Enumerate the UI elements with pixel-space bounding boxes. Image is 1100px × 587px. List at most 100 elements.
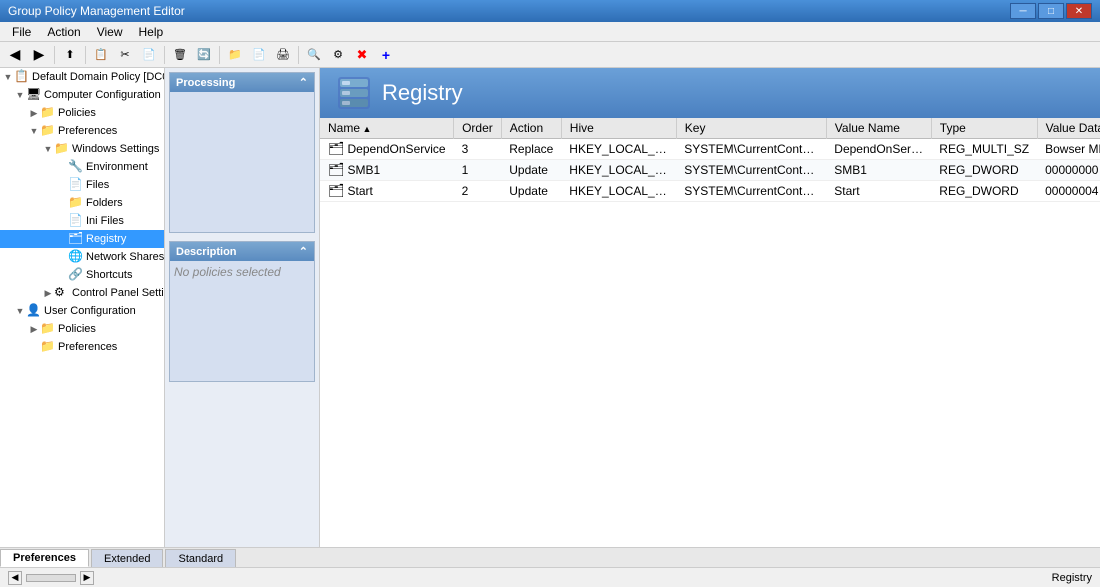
expand-preferences[interactable]: ▼	[28, 125, 40, 137]
expand-cpanel[interactable]: ▶	[42, 287, 54, 299]
no-selection-text: No policies selected	[174, 265, 281, 279]
expand-policies[interactable]: ▶	[28, 107, 40, 119]
minimize-button[interactable]: ─	[1010, 3, 1036, 19]
toolbar-cut[interactable]: ✂	[114, 44, 136, 66]
expand-gpo[interactable]: ▼	[2, 71, 14, 83]
tree-item-netshares[interactable]: 🌐 Network Shares	[0, 248, 164, 266]
cell-valuedata-2: 00000004	[1037, 181, 1100, 202]
toolbar-delete[interactable]: 🗑	[169, 44, 191, 66]
tree-label-inifiles: Ini Files	[86, 215, 124, 227]
col-action[interactable]: Action	[501, 118, 561, 139]
toolbar-import[interactable]: 📄	[248, 44, 270, 66]
scroll-left-btn[interactable]: ◀	[8, 571, 22, 585]
cell-type-1: REG_DWORD	[931, 160, 1037, 181]
toolbar-search[interactable]: 🔍	[303, 44, 325, 66]
tree-label-preferences: Preferences	[58, 125, 117, 137]
toolbar-settings[interactable]: ⚙	[327, 44, 349, 66]
tree-item-cpanel[interactable]: ▶ ⚙ Control Panel Setting	[0, 284, 164, 302]
toolbar-forward[interactable]: ▶	[28, 44, 50, 66]
processing-collapse-icon[interactable]: ⌃	[299, 76, 308, 89]
tab-standard[interactable]: Standard	[165, 549, 236, 567]
description-header: Description ⌃	[170, 242, 314, 261]
registry-title: Registry	[382, 80, 463, 106]
tree-label-cc: Computer Configuration	[44, 89, 161, 101]
expand-winsettings[interactable]: ▼	[42, 143, 54, 155]
tree-item-gpo[interactable]: ▼ 📋 Default Domain Policy [DC02.CI	[0, 68, 164, 86]
tree-item-winsettings[interactable]: ▼ 📁 Windows Settings	[0, 140, 164, 158]
tree-label-folders: Folders	[86, 197, 123, 209]
toolbar-print[interactable]: 🖨	[272, 44, 294, 66]
col-order[interactable]: Order	[454, 118, 502, 139]
cell-action-1: Update	[501, 160, 561, 181]
table-row[interactable]: 🗂DependOnService3ReplaceHKEY_LOCAL_MAC..…	[320, 139, 1100, 160]
registry-table: Name Order Action Hive Key Value Name Ty…	[320, 118, 1100, 202]
tree-label-uc: User Configuration	[44, 305, 136, 317]
policies-icon: 📁	[40, 105, 56, 121]
col-valuedata[interactable]: Value Data	[1037, 118, 1100, 139]
close-button[interactable]: ✕	[1066, 3, 1092, 19]
tree-item-inifiles[interactable]: 📄 Ini Files	[0, 212, 164, 230]
maximize-button[interactable]: □	[1038, 3, 1064, 19]
scroll-track[interactable]	[26, 574, 76, 582]
expand-cc[interactable]: ▼	[14, 89, 26, 101]
toolbar-refresh[interactable]: 🔄	[193, 44, 215, 66]
menu-view[interactable]: View	[89, 23, 131, 41]
shortcuts-icon: 🔗	[68, 267, 84, 283]
col-hive[interactable]: Hive	[561, 118, 676, 139]
tree-label-registry: Registry	[86, 233, 126, 245]
status-text: Registry	[1052, 572, 1092, 584]
tree-item-preferences[interactable]: ▼ 📁 Preferences	[0, 122, 164, 140]
tree-item-uc[interactable]: ▼ 👤 User Configuration	[0, 302, 164, 320]
netshares-icon: 🌐	[68, 249, 84, 265]
cell-valuename-0: DependOnServ...	[826, 139, 931, 160]
cell-type-0: REG_MULTI_SZ	[931, 139, 1037, 160]
menu-action[interactable]: Action	[39, 23, 88, 41]
tree-item-files[interactable]: 📄 Files	[0, 176, 164, 194]
toolbar-paste[interactable]: 📄	[138, 44, 160, 66]
tree-label-winsettings: Windows Settings	[72, 143, 159, 155]
menu-help[interactable]: Help	[131, 23, 172, 41]
inifiles-icon: 📄	[68, 213, 84, 229]
tab-extended-label: Extended	[104, 553, 150, 565]
menu-file[interactable]: File	[4, 23, 39, 41]
toolbar-up[interactable]: ⬆	[59, 44, 81, 66]
cell-key-1: SYSTEM\CurrentControlS...	[676, 160, 826, 181]
ucprefs-icon: 📁	[40, 339, 56, 355]
toolbar-copy[interactable]: 📋	[90, 44, 112, 66]
tab-preferences[interactable]: Preferences	[0, 549, 89, 567]
col-valuename[interactable]: Value Name	[826, 118, 931, 139]
col-type[interactable]: Type	[931, 118, 1037, 139]
cell-name-0: 🗂DependOnService	[320, 139, 454, 160]
cell-name-2: 🗂Start	[320, 181, 454, 202]
tree-item-folders[interactable]: 📁 Folders	[0, 194, 164, 212]
tree-item-ucprefs[interactable]: 📁 Preferences	[0, 338, 164, 356]
description-section: Description ⌃ No policies selected	[169, 241, 315, 382]
tree-item-policies[interactable]: ▶ 📁 Policies	[0, 104, 164, 122]
toolbar-export[interactable]: 📁	[224, 44, 246, 66]
table-row[interactable]: 🗂SMB11UpdateHKEY_LOCAL_MAC...SYSTEM\Curr…	[320, 160, 1100, 181]
tree-item-env[interactable]: 🔧 Environment	[0, 158, 164, 176]
content-area: ▼ 📋 Default Domain Policy [DC02.CI ▼ 🖥 C…	[0, 68, 1100, 547]
toolbar-cancel[interactable]: ✖	[351, 44, 373, 66]
tree-item-registry[interactable]: 🗂 Registry	[0, 230, 164, 248]
col-key[interactable]: Key	[676, 118, 826, 139]
cell-order-1: 1	[454, 160, 502, 181]
table-row[interactable]: 🗂Start2UpdateHKEY_LOCAL_MAC...SYSTEM\Cur…	[320, 181, 1100, 202]
expand-ucpolicies[interactable]: ▶	[28, 323, 40, 335]
tab-extended[interactable]: Extended	[91, 549, 163, 567]
scroll-right-btn[interactable]: ▶	[80, 571, 94, 585]
table-header-row: Name Order Action Hive Key Value Name Ty…	[320, 118, 1100, 139]
tree-label-env: Environment	[86, 161, 148, 173]
tree-label-ucpolicies: Policies	[58, 323, 96, 335]
col-name[interactable]: Name	[320, 118, 454, 139]
description-collapse-icon[interactable]: ⌃	[299, 245, 308, 258]
expand-uc[interactable]: ▼	[14, 305, 26, 317]
tree-label-shortcuts: Shortcuts	[86, 269, 132, 281]
tree-item-cc[interactable]: ▼ 🖥 Computer Configuration	[0, 86, 164, 104]
toolbar-add[interactable]: +	[375, 44, 397, 66]
table-container[interactable]: Name Order Action Hive Key Value Name Ty…	[320, 118, 1100, 547]
tree-item-shortcuts[interactable]: 🔗 Shortcuts	[0, 266, 164, 284]
tree-label-netshares: Network Shares	[86, 251, 164, 263]
toolbar-back[interactable]: ◀	[4, 44, 26, 66]
tree-item-ucpolicies[interactable]: ▶ 📁 Policies	[0, 320, 164, 338]
